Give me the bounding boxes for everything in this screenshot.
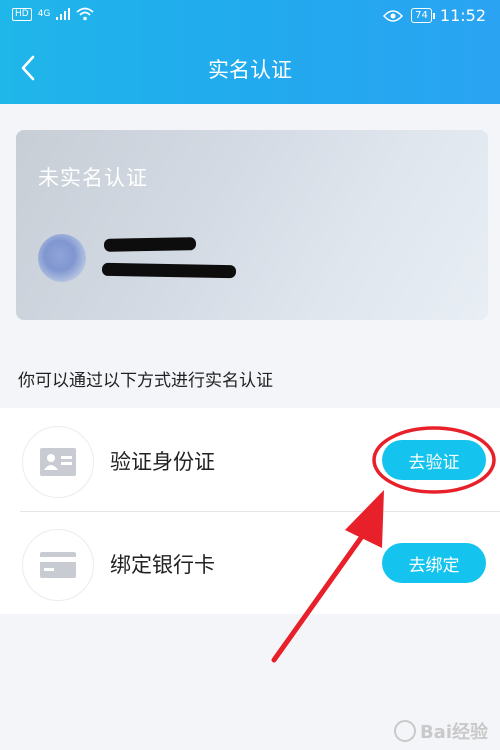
bind-bank-button[interactable]: 去绑定 bbox=[382, 543, 486, 583]
verification-options: 验证身份证 去验证 绑定银行卡 去绑定 bbox=[0, 408, 500, 614]
verify-id-button[interactable]: 去验证 bbox=[382, 440, 486, 480]
redacted-account bbox=[101, 262, 237, 279]
hd-badge: HD bbox=[12, 7, 32, 21]
watermark: Bai经验 bbox=[393, 718, 488, 744]
id-card-icon bbox=[40, 448, 76, 476]
paw-logo-icon bbox=[393, 720, 416, 742]
option-label: 绑定银行卡 bbox=[110, 553, 215, 577]
option-icon-circle bbox=[22, 426, 94, 498]
watermark-text: Bai经验 bbox=[419, 722, 488, 743]
status-left: HD 4G bbox=[12, 7, 94, 21]
status-bar: HD 4G 74 11:52 bbox=[0, 0, 500, 32]
identity-card: 未实名认证 bbox=[16, 130, 488, 320]
network-type: 4G bbox=[37, 9, 51, 19]
option-id-card: 验证身份证 去验证 bbox=[0, 408, 500, 511]
bank-card-icon bbox=[40, 552, 76, 578]
page-title: 实名认证 bbox=[208, 58, 292, 82]
battery-indicator: 74 bbox=[411, 8, 435, 23]
signal-icon bbox=[56, 8, 71, 20]
option-icon-circle bbox=[22, 529, 94, 601]
title-bar: 实名认证 bbox=[0, 32, 500, 104]
verification-status: 未实名认证 bbox=[38, 166, 148, 190]
eye-icon bbox=[383, 9, 404, 22]
clock: 11:52 bbox=[439, 6, 486, 25]
avatar bbox=[38, 234, 86, 282]
option-label: 验证身份证 bbox=[110, 450, 215, 474]
wifi-icon bbox=[76, 7, 94, 21]
option-bank-card: 绑定银行卡 去绑定 bbox=[0, 511, 500, 614]
method-hint: 你可以通过以下方式进行实名认证 bbox=[18, 371, 273, 391]
status-right: 74 11:52 bbox=[383, 6, 486, 25]
redacted-name bbox=[103, 237, 197, 252]
